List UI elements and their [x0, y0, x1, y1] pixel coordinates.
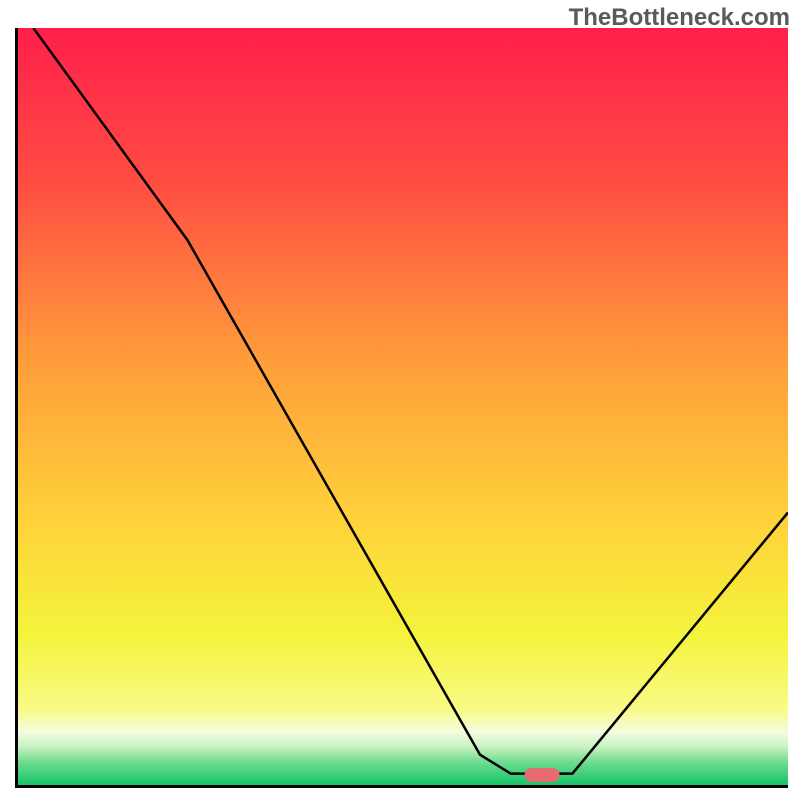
- bottleneck-curve: [18, 28, 788, 785]
- plot-area: [15, 28, 788, 788]
- optimal-marker: [524, 768, 559, 782]
- watermark-text: TheBottleneck.com: [569, 4, 790, 32]
- chart-container: TheBottleneck.com: [0, 0, 800, 800]
